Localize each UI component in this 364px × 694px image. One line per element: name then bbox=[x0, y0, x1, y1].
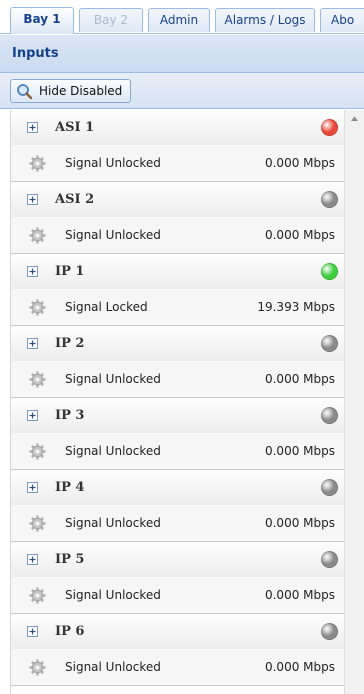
expand-plus-icon[interactable] bbox=[27, 554, 38, 565]
signal-status: Signal Unlocked bbox=[65, 516, 161, 530]
hide-disabled-label: Hide Disabled bbox=[39, 84, 123, 98]
input-row-detail: Signal Unlocked 0.000 Mbps bbox=[11, 505, 345, 542]
input-name: IP 2 bbox=[55, 336, 85, 351]
expand-plus-icon[interactable] bbox=[27, 266, 38, 277]
input-row-header[interactable]: IP 6 bbox=[11, 614, 345, 649]
status-led-icon bbox=[321, 551, 338, 568]
expand-plus-icon[interactable] bbox=[27, 122, 38, 133]
input-row-detail: Signal Unlocked 0.000 Mbps bbox=[11, 217, 345, 254]
bitrate-value: 0.000 Mbps bbox=[264, 660, 335, 674]
bitrate-value: 0.000 Mbps bbox=[264, 156, 335, 170]
input-name: IP 6 bbox=[55, 624, 85, 639]
bitrate-value: 19.393 Mbps bbox=[257, 300, 335, 314]
signal-status: Signal Unlocked bbox=[65, 228, 161, 242]
signal-status: Signal Unlocked bbox=[65, 444, 161, 458]
gear-icon bbox=[29, 515, 46, 532]
panel-title: Inputs bbox=[12, 46, 59, 61]
status-led-icon bbox=[321, 119, 338, 136]
signal-status: Signal Unlocked bbox=[65, 588, 161, 602]
signal-status: Signal Unlocked bbox=[65, 660, 161, 674]
toolbar: Hide Disabled bbox=[0, 73, 364, 109]
input-row-header[interactable]: IP 2 bbox=[11, 326, 345, 361]
input-name: IP 3 bbox=[55, 408, 85, 423]
gear-icon bbox=[29, 371, 46, 388]
tab-bay-2[interactable]: Bay 2 bbox=[79, 8, 143, 32]
status-led-icon bbox=[321, 191, 338, 208]
gear-icon bbox=[29, 443, 46, 460]
tab-bay-1[interactable]: Bay 1 bbox=[10, 7, 74, 34]
expand-plus-icon[interactable] bbox=[27, 626, 38, 637]
scroll-up-arrow-icon[interactable] bbox=[345, 110, 364, 128]
status-led-icon bbox=[321, 407, 338, 424]
input-row-detail: Signal Locked 19.393 Mbps bbox=[11, 289, 345, 326]
bitrate-value: 0.000 Mbps bbox=[264, 444, 335, 458]
input-row-detail: Signal Unlocked 0.000 Mbps bbox=[11, 361, 345, 398]
signal-status: Signal Unlocked bbox=[65, 156, 161, 170]
expand-plus-icon[interactable] bbox=[27, 194, 38, 205]
input-name: IP 1 bbox=[55, 264, 85, 279]
bitrate-value: 0.000 Mbps bbox=[264, 372, 335, 386]
tab-about[interactable]: Abo bbox=[320, 8, 364, 32]
input-row-header[interactable]: IP 5 bbox=[11, 542, 345, 577]
input-name: IP 5 bbox=[55, 552, 85, 567]
bitrate-value: 0.000 Mbps bbox=[264, 588, 335, 602]
input-name: IP 4 bbox=[55, 480, 85, 495]
expand-plus-icon[interactable] bbox=[27, 482, 38, 493]
input-name: ASI 1 bbox=[55, 120, 95, 135]
bitrate-value: 0.000 Mbps bbox=[264, 516, 335, 530]
hide-disabled-button[interactable]: Hide Disabled bbox=[10, 79, 132, 103]
tab-bar: Bay 1 Bay 2 Admin Alarms / Logs Abo bbox=[0, 0, 364, 34]
input-row-detail: Signal Unlocked 0.000 Mbps bbox=[11, 577, 345, 614]
panel-header: Inputs bbox=[0, 35, 364, 73]
status-led-icon bbox=[321, 335, 338, 352]
status-led-icon bbox=[321, 263, 338, 280]
vertical-scrollbar[interactable] bbox=[344, 110, 364, 694]
expand-plus-icon[interactable] bbox=[27, 410, 38, 421]
gear-icon bbox=[29, 155, 46, 172]
bitrate-value: 0.000 Mbps bbox=[264, 228, 335, 242]
input-row-header[interactable]: IP 3 bbox=[11, 398, 345, 433]
expand-plus-icon[interactable] bbox=[27, 338, 38, 349]
gear-icon bbox=[29, 299, 46, 316]
input-row-header[interactable]: ASI 2 bbox=[11, 182, 345, 217]
input-name: ASI 2 bbox=[55, 192, 95, 207]
input-row-detail: Signal Unlocked 0.000 Mbps bbox=[11, 145, 345, 182]
gear-icon bbox=[29, 227, 46, 244]
gear-icon bbox=[29, 587, 46, 604]
status-led-icon bbox=[321, 479, 338, 496]
search-icon bbox=[17, 84, 33, 100]
signal-status: Signal Locked bbox=[65, 300, 148, 314]
inputs-list: ASI 1 Signal Unlocked 0.000 Mbps ASI 2 Signa… bbox=[10, 110, 345, 694]
signal-status: Signal Unlocked bbox=[65, 372, 161, 386]
input-row-detail: Signal Unlocked 0.000 Mbps bbox=[11, 649, 345, 686]
input-row-header[interactable]: ASI 1 bbox=[11, 110, 345, 145]
status-led-icon bbox=[321, 623, 338, 640]
tab-alarms-logs[interactable]: Alarms / Logs bbox=[215, 8, 315, 32]
tab-admin[interactable]: Admin bbox=[148, 8, 210, 32]
input-row-header[interactable]: IP 4 bbox=[11, 470, 345, 505]
gear-icon bbox=[29, 659, 46, 676]
input-row-header[interactable]: IP 1 bbox=[11, 254, 345, 289]
input-row-detail: Signal Unlocked 0.000 Mbps bbox=[11, 433, 345, 470]
